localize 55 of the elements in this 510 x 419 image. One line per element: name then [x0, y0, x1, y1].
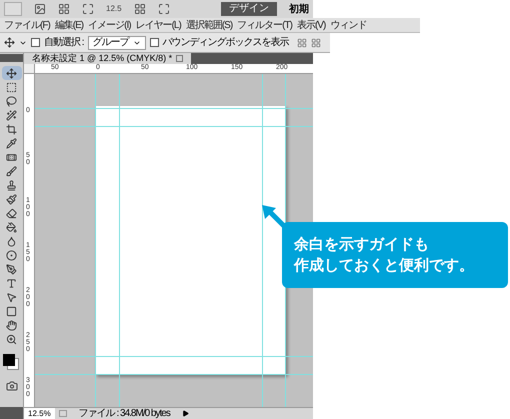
shape-icon: [6, 306, 17, 316]
panel-footer: [0, 407, 23, 419]
play-icon[interactable]: [182, 410, 189, 417]
zoom-status[interactable]: 12.5%: [24, 408, 55, 419]
align-icon[interactable]: [310, 38, 321, 48]
eyedropper-icon: [6, 138, 17, 148]
group-dropdown[interactable]: グループ: [88, 36, 146, 50]
stamp-icon: [6, 180, 17, 190]
healing-icon: [6, 152, 17, 162]
quick-mask-icon[interactable]: [6, 380, 18, 392]
callout-text: 作成しておくと便利です。: [294, 256, 475, 276]
color-swatches-icon[interactable]: [2, 354, 20, 372]
move-tool-icon[interactable]: [4, 37, 15, 48]
pen-icon: [6, 264, 17, 274]
menu-item[interactable]: フィルター(T): [237, 18, 292, 32]
bucket-icon: [6, 222, 17, 232]
bounding-box-label: バウンディングボックスを表示: [162, 36, 289, 50]
eraser-icon: [6, 208, 17, 218]
path-select-icon: [6, 292, 17, 302]
zoom-icon: [6, 334, 17, 344]
file-info: ファイル : 34.8M/0 bytes: [78, 408, 172, 419]
lasso-icon: [6, 96, 17, 106]
zoom-level[interactable]: 12.5: [106, 3, 122, 15]
workspace-button[interactable]: デザイン: [221, 2, 277, 16]
menu-item[interactable]: 表示(V): [296, 18, 326, 32]
history-brush-icon: [6, 194, 17, 204]
close-icon[interactable]: [176, 55, 184, 62]
auto-select-label: 自動選択 :: [44, 36, 84, 50]
checkbox[interactable]: [150, 38, 159, 47]
menu-item[interactable]: 選択範囲(S): [186, 18, 232, 32]
menu-item[interactable]: 編集(E): [54, 18, 84, 32]
checkbox[interactable]: [31, 38, 40, 47]
move-tool-button[interactable]: [2, 66, 22, 80]
brush-icon: [6, 166, 17, 176]
mini-bridge-icon[interactable]: [58, 3, 70, 15]
menu-item[interactable]: レイヤー(L): [136, 18, 181, 32]
hand-icon: [6, 320, 17, 330]
quick-select-icon: [6, 110, 17, 120]
callout-text: 余白を示すガイドも: [294, 235, 430, 255]
menu-item[interactable]: ファイル(F): [4, 18, 50, 32]
align-icon[interactable]: [296, 38, 307, 48]
type-icon: [6, 278, 17, 288]
screen-mode-icon[interactable]: [158, 3, 170, 15]
dodge-icon: [6, 250, 17, 260]
move-icon: [6, 68, 17, 78]
marquee-icon: [6, 82, 17, 92]
arrange-icon[interactable]: [134, 3, 146, 15]
document-tab[interactable]: 名称未設定 1 @ 12.5% (CMYK/8) *: [24, 53, 192, 64]
blur-icon: [6, 236, 17, 246]
crop-icon: [6, 124, 17, 134]
menu-item[interactable]: イメージ(I): [88, 18, 131, 32]
view-icon[interactable]: [82, 3, 94, 15]
menu-item[interactable]: ウィンド: [330, 18, 366, 32]
workspace-option[interactable]: 初期: [289, 2, 309, 16]
bridge-icon[interactable]: [34, 3, 46, 15]
